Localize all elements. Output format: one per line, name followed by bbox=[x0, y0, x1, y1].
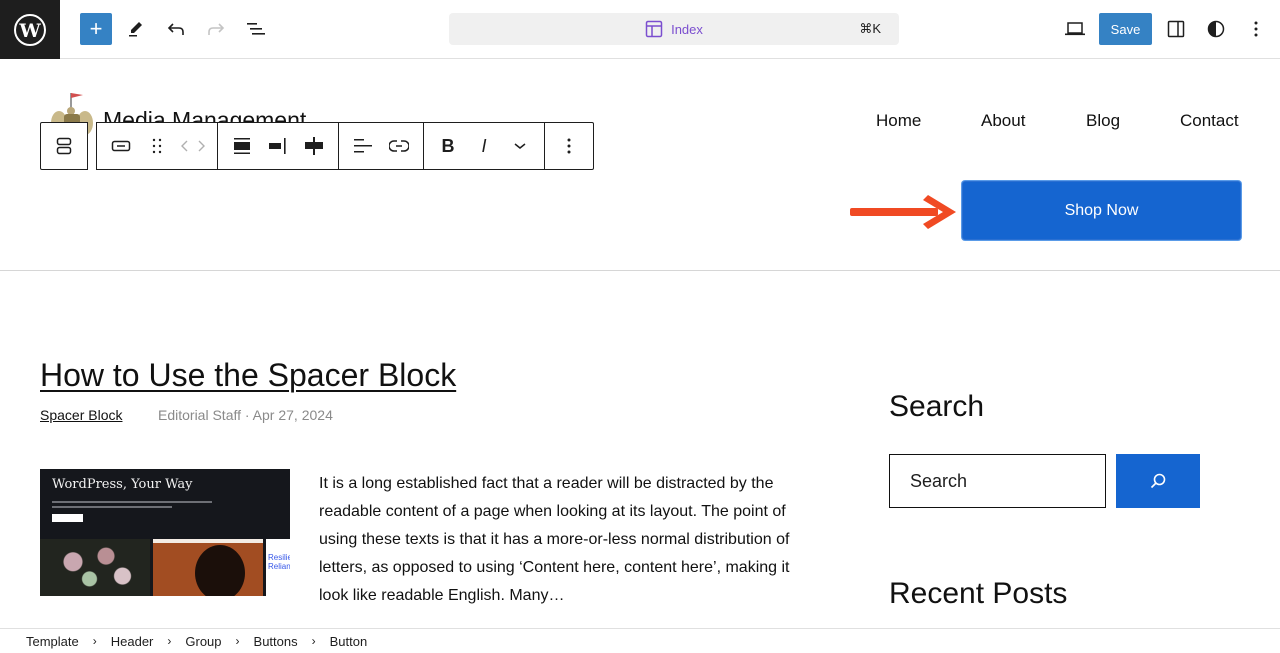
settings-toggle-button[interactable] bbox=[1160, 13, 1192, 45]
laptop-preview-icon bbox=[1065, 22, 1085, 36]
bold-icon: B bbox=[441, 135, 455, 156]
block-options-group bbox=[544, 122, 594, 170]
nav-blog[interactable]: Blog bbox=[1086, 111, 1120, 131]
justify-right-button[interactable] bbox=[260, 123, 296, 169]
thumbnail-text-line bbox=[52, 501, 212, 503]
redo-icon bbox=[208, 23, 225, 35]
post-meta: Editorial Staff · Apr 27, 2024 bbox=[158, 407, 333, 423]
link-icon bbox=[389, 140, 409, 152]
text-align-button[interactable] bbox=[345, 123, 381, 169]
post-category[interactable]: Spacer Block bbox=[40, 407, 122, 423]
formatting-group: B I bbox=[423, 122, 545, 170]
styles-button[interactable] bbox=[1200, 13, 1232, 45]
search-button[interactable] bbox=[1116, 454, 1200, 508]
link-button[interactable] bbox=[381, 123, 417, 169]
undo-icon bbox=[167, 23, 184, 35]
justify-stretch-button[interactable] bbox=[224, 123, 260, 169]
thumbnail-portrait-image bbox=[153, 539, 263, 596]
nav-about[interactable]: About bbox=[981, 111, 1025, 131]
plus-icon: + bbox=[89, 16, 103, 41]
block-options-button[interactable] bbox=[551, 123, 587, 169]
pencil-icon bbox=[129, 22, 142, 37]
parent-select-group bbox=[40, 122, 88, 170]
list-view-button[interactable] bbox=[240, 13, 272, 45]
chevron-right-icon: › bbox=[235, 634, 240, 648]
breadcrumb-buttons[interactable]: Buttons bbox=[254, 634, 298, 649]
italic-icon: I bbox=[481, 135, 487, 156]
post-featured-image[interactable]: WordPress, Your Way Resilie Relian bbox=[40, 469, 290, 596]
kebab-menu-icon bbox=[1254, 21, 1258, 37]
undo-button[interactable] bbox=[160, 13, 192, 45]
justification-group bbox=[217, 122, 339, 170]
more-formatting-button[interactable] bbox=[502, 123, 538, 169]
half-circle-styles-icon bbox=[1207, 20, 1225, 38]
more-options-icon bbox=[567, 138, 571, 154]
italic-button[interactable]: I bbox=[466, 123, 502, 169]
recent-posts-heading: Recent Posts bbox=[889, 577, 1068, 610]
post-excerpt: It is a long established fact that a rea… bbox=[319, 475, 790, 604]
search-heading: Search bbox=[889, 390, 985, 423]
layout-icon bbox=[645, 20, 663, 38]
breadcrumb-button[interactable]: Button bbox=[330, 634, 368, 649]
editor-top-bar: W + Index ⌘K Save bbox=[0, 0, 1280, 59]
nav-contact[interactable]: Contact bbox=[1180, 111, 1239, 131]
chevron-right-icon: › bbox=[311, 634, 316, 648]
redo-button[interactable] bbox=[200, 13, 232, 45]
thumbnail-card: Resilie Relian bbox=[266, 539, 290, 596]
chevron-right-icon: › bbox=[167, 634, 172, 648]
wordpress-logo[interactable]: W bbox=[0, 0, 60, 59]
command-palette-bar[interactable]: Index ⌘K bbox=[449, 13, 899, 45]
shop-now-button[interactable]: Shop Now bbox=[962, 181, 1241, 240]
align-text-icon bbox=[354, 139, 372, 153]
post-title[interactable]: How to Use the Spacer Block bbox=[40, 357, 456, 394]
parent-select-icon bbox=[56, 137, 72, 155]
breadcrumb-template[interactable]: Template bbox=[26, 634, 79, 649]
options-button[interactable] bbox=[1240, 13, 1272, 45]
block-type-button[interactable] bbox=[103, 123, 139, 169]
svg-text:W: W bbox=[18, 20, 41, 42]
editor-canvas: Media Management Home About Blog Contact… bbox=[0, 59, 1280, 628]
sidebar-toggle-icon bbox=[1167, 20, 1185, 38]
nav-home[interactable]: Home bbox=[876, 111, 921, 131]
wordpress-icon: W bbox=[14, 13, 46, 46]
header-separator bbox=[0, 270, 1280, 271]
justify-stretch-icon bbox=[234, 138, 250, 154]
breadcrumb-header[interactable]: Header bbox=[111, 634, 154, 649]
document-title: Index bbox=[671, 21, 703, 37]
justify-center-button[interactable] bbox=[296, 123, 332, 169]
text-align-link-group bbox=[338, 122, 424, 170]
thumbnail-cta bbox=[52, 514, 83, 522]
tools-button[interactable] bbox=[120, 13, 152, 45]
annotation-arrow-icon bbox=[850, 195, 956, 229]
drag-handle-icon bbox=[152, 138, 162, 154]
move-arrows-icon bbox=[181, 140, 205, 152]
search-icon bbox=[1150, 473, 1166, 489]
drag-handle[interactable] bbox=[139, 123, 175, 169]
search-input[interactable] bbox=[889, 454, 1106, 508]
block-mover-group bbox=[96, 122, 218, 170]
block-breadcrumb: Template › Header › Group › Buttons › Bu… bbox=[0, 628, 1280, 653]
justify-center-icon bbox=[305, 137, 323, 155]
thumbnail-flowers-image bbox=[40, 539, 150, 596]
button-block-icon bbox=[111, 140, 131, 152]
block-toolbar: B I bbox=[40, 122, 594, 170]
breadcrumb-group[interactable]: Group bbox=[185, 634, 221, 649]
chevron-down-icon bbox=[514, 143, 526, 149]
thumbnail-text-line bbox=[52, 506, 172, 508]
justify-right-icon bbox=[269, 138, 286, 154]
thumbnail-headline: WordPress, Your Way bbox=[52, 477, 193, 492]
select-parent-button[interactable] bbox=[46, 123, 82, 169]
save-button[interactable]: Save bbox=[1099, 13, 1152, 45]
chevron-right-icon: › bbox=[92, 634, 97, 648]
command-shortcut: ⌘K bbox=[859, 21, 881, 36]
thumbnail-card-text: Resilie Relian bbox=[268, 553, 290, 571]
list-view-icon bbox=[247, 23, 265, 35]
add-block-button[interactable]: + bbox=[80, 13, 112, 45]
preview-button[interactable] bbox=[1059, 13, 1091, 45]
bold-button[interactable]: B bbox=[430, 123, 466, 169]
move-buttons[interactable] bbox=[175, 123, 211, 169]
